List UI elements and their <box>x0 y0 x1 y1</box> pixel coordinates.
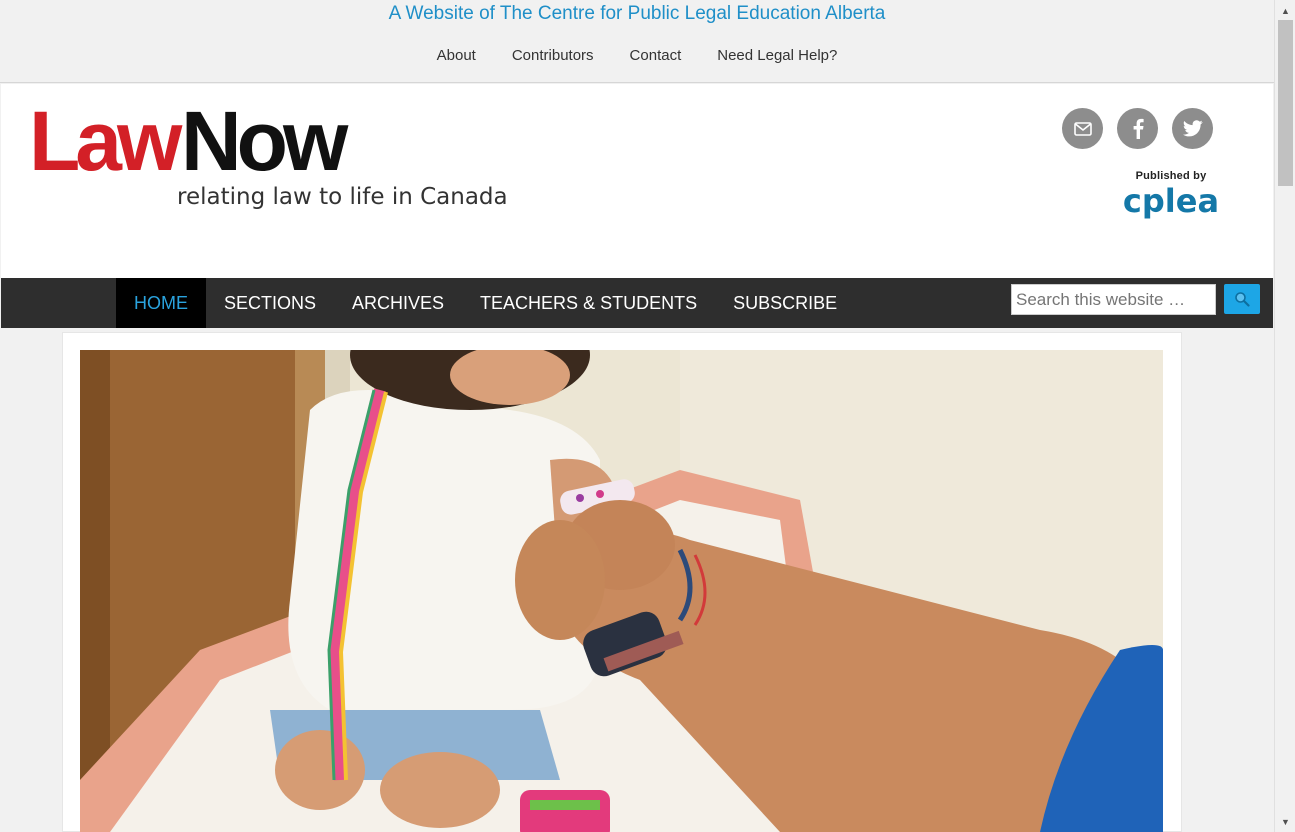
top-nav-contact[interactable]: Contact <box>612 47 700 64</box>
logo-tagline-text: relating law to life in Canada <box>177 184 508 210</box>
site-tagline-link[interactable]: A Website of The Centre for Public Legal… <box>0 3 1274 25</box>
nav-sections[interactable]: SECTIONS <box>206 278 334 328</box>
facebook-icon[interactable] <box>1117 108 1158 149</box>
lawnow-logo[interactable]: Law Now relating law to life in Canada <box>29 98 529 210</box>
scroll-down-arrow-icon[interactable]: ▼ <box>1275 813 1295 830</box>
twitter-icon[interactable] <box>1172 108 1213 149</box>
site-header: Law Now relating law to life in Canada P… <box>1 84 1273 278</box>
search-input[interactable] <box>1011 284 1216 315</box>
scrollbar-thumb[interactable] <box>1278 20 1293 186</box>
scroll-up-arrow-icon[interactable]: ▲ <box>1275 2 1295 19</box>
top-nav-contributors[interactable]: Contributors <box>494 47 612 64</box>
article-hero-image[interactable] <box>80 350 1163 832</box>
page: A Website of The Centre for Public Legal… <box>0 0 1295 832</box>
cplea-logo-text: cplea <box>1123 182 1219 220</box>
cplea-logo: cplea <box>1123 182 1219 220</box>
page-scrollbar[interactable]: ▲ ▼ <box>1274 0 1295 832</box>
top-nav-about[interactable]: About <box>419 47 494 64</box>
top-nav-need-legal-help[interactable]: Need Legal Help? <box>699 47 855 64</box>
email-icon[interactable] <box>1062 108 1103 149</box>
social-links <box>1062 108 1213 149</box>
published-by-cplea[interactable]: Published by cplea <box>1121 170 1221 227</box>
nav-home[interactable]: HOME <box>116 278 206 328</box>
logo-now-text: Now <box>181 98 349 188</box>
top-bar: A Website of The Centre for Public Legal… <box>0 0 1274 83</box>
search-button[interactable] <box>1224 284 1260 314</box>
published-by-label: Published by <box>1135 170 1207 182</box>
search-icon <box>1235 292 1250 307</box>
main-nav-list: HOME SECTIONS ARCHIVES TEACHERS & STUDEN… <box>116 278 855 328</box>
main-nav: HOME SECTIONS ARCHIVES TEACHERS & STUDEN… <box>1 278 1273 328</box>
top-nav: About Contributors Contact Need Legal He… <box>0 47 1274 64</box>
logo-law-text: Law <box>29 98 183 188</box>
nav-teachers-students[interactable]: TEACHERS & STUDENTS <box>462 278 715 328</box>
nav-archives[interactable]: ARCHIVES <box>334 278 462 328</box>
nav-subscribe[interactable]: SUBSCRIBE <box>715 278 855 328</box>
